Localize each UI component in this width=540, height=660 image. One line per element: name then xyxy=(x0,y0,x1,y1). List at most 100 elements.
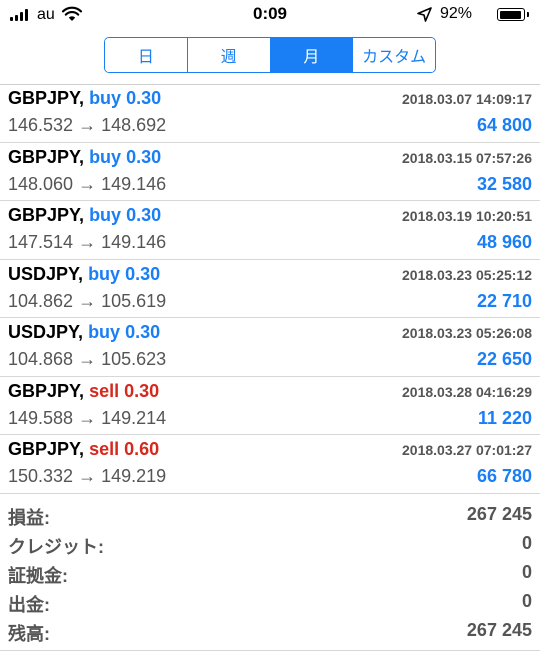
trade-row[interactable]: USDJPY, buy 0.30 2018.03.23 05:26:08 104… xyxy=(0,318,540,377)
open-price: 149.588 xyxy=(8,407,74,428)
trade-side: buy xyxy=(89,205,122,225)
trade-row[interactable]: GBPJPY, buy 0.30 2018.03.15 07:57:26 148… xyxy=(0,143,540,201)
trade-prices: 146.532 → 148.692 xyxy=(8,115,166,136)
open-price: 148.060 xyxy=(8,173,74,194)
trade-row[interactable]: GBPJPY, buy 0.30 2018.03.07 14:09:17 146… xyxy=(0,84,540,143)
summary-value: 267 245 xyxy=(466,620,532,640)
close-price: 149.219 xyxy=(101,466,167,486)
trade-datetime: 2018.03.23 05:25:12 xyxy=(402,266,532,283)
summary-margin-row: 証拠金: 0 xyxy=(0,559,540,588)
close-price: 148.692 xyxy=(101,115,167,135)
close-price: 105.623 xyxy=(101,349,167,369)
trade-prices: 147.514 → 149.146 xyxy=(8,232,166,253)
trade-volume: 0.30 xyxy=(124,380,160,401)
trade-datetime: 2018.03.15 07:57:26 xyxy=(402,149,532,166)
trade-prices: 104.862 → 105.619 xyxy=(8,291,166,312)
summary-value: 0 xyxy=(521,533,532,553)
trade-volume: 0.60 xyxy=(124,439,160,459)
trade-side: buy xyxy=(89,88,122,108)
trade-prices: 149.588 → 149.214 xyxy=(8,408,166,429)
arrow-icon: → xyxy=(78,115,97,135)
open-price: 104.862 xyxy=(8,290,74,311)
trade-side: sell xyxy=(89,380,120,401)
trade-datetime: 2018.03.23 05:26:08 xyxy=(402,325,532,341)
summary-value: 0 xyxy=(521,591,532,611)
trade-symbol: GBPJPY, xyxy=(8,146,85,167)
tab-week[interactable]: 週 xyxy=(187,38,271,72)
summary-label: クレジット: xyxy=(8,537,104,557)
trade-symbol-line: GBPJPY, buy 0.30 xyxy=(8,88,161,109)
account-summary: 損益: 267 245 クレジット: 0 証拠金: 0 出金: 0 残高: 26… xyxy=(0,501,540,646)
trade-side: buy xyxy=(89,146,122,167)
open-price: 146.532 xyxy=(8,115,74,135)
close-price: 149.146 xyxy=(101,173,167,194)
trade-symbol-line: USDJPY, buy 0.30 xyxy=(8,322,160,343)
arrow-icon: → xyxy=(78,232,97,252)
trade-profit: 32 580 xyxy=(476,173,532,194)
trade-symbol-line: GBPJPY, buy 0.30 xyxy=(8,205,161,226)
summary-label: 損益: xyxy=(8,508,50,528)
trade-profit: 48 960 xyxy=(476,232,532,252)
trade-row[interactable]: GBPJPY, sell 0.60 2018.03.27 07:01:27 15… xyxy=(0,435,540,494)
trade-volume: 0.30 xyxy=(126,205,162,225)
trade-symbol: GBPJPY, xyxy=(8,439,85,459)
trade-symbol: GBPJPY, xyxy=(8,205,85,225)
trade-profit: 64 800 xyxy=(476,115,532,135)
arrow-icon: → xyxy=(78,290,97,311)
trade-prices: 104.868 → 105.623 xyxy=(8,349,166,370)
summary-bottom-divider xyxy=(0,650,540,651)
period-segmented-control: 日 週 月 カスタム xyxy=(104,37,436,73)
summary-value: 267 245 xyxy=(466,504,532,524)
battery-percentage: 92% xyxy=(440,5,473,22)
status-bar: au 0:09 92% xyxy=(0,0,540,30)
arrow-icon: → xyxy=(78,466,97,486)
trade-side: buy xyxy=(88,322,121,342)
trade-symbol-line: USDJPY, buy 0.30 xyxy=(8,264,160,285)
trade-profit: 11 220 xyxy=(477,407,532,428)
trade-profit: 22 650 xyxy=(476,349,532,369)
summary-profit-row: 損益: 267 245 xyxy=(0,501,540,530)
trade-symbol-line: GBPJPY, buy 0.30 xyxy=(8,147,161,168)
trade-profit: 66 780 xyxy=(476,466,532,486)
open-price: 104.868 xyxy=(8,349,74,369)
trade-side: sell xyxy=(89,439,120,459)
trade-row[interactable]: GBPJPY, sell 0.30 2018.03.28 04:16:29 14… xyxy=(0,377,540,435)
trade-volume: 0.30 xyxy=(126,146,162,167)
trade-datetime: 2018.03.07 14:09:17 xyxy=(402,91,532,107)
tab-month[interactable]: 月 xyxy=(270,38,354,72)
open-price: 150.332 xyxy=(8,466,74,486)
trade-volume: 0.30 xyxy=(125,322,161,342)
location-arrow-icon xyxy=(417,7,432,27)
trade-prices: 150.332 → 149.219 xyxy=(8,466,166,487)
trade-row[interactable]: GBPJPY, buy 0.30 2018.03.19 10:20:51 147… xyxy=(0,201,540,260)
battery-icon xyxy=(497,8,529,21)
arrow-icon: → xyxy=(78,173,97,194)
trade-history-list: GBPJPY, buy 0.30 2018.03.07 14:09:17 146… xyxy=(0,84,540,494)
arrow-icon: → xyxy=(78,349,97,369)
summary-withdrawal-row: 出金: 0 xyxy=(0,588,540,617)
trade-volume: 0.30 xyxy=(126,88,162,108)
summary-label: 残高: xyxy=(8,624,50,644)
close-price: 105.619 xyxy=(101,290,167,311)
close-price: 149.146 xyxy=(101,232,167,252)
trade-datetime: 2018.03.28 04:16:29 xyxy=(402,383,532,400)
trade-row[interactable]: USDJPY, buy 0.30 2018.03.23 05:25:12 104… xyxy=(0,260,540,318)
trade-symbol-line: GBPJPY, sell 0.30 xyxy=(8,381,159,402)
trade-volume: 0.30 xyxy=(125,263,161,284)
trade-symbol: GBPJPY, xyxy=(8,380,85,401)
summary-label: 出金: xyxy=(8,595,50,615)
trade-symbol: GBPJPY, xyxy=(8,88,85,108)
trade-prices: 148.060 → 149.146 xyxy=(8,174,166,195)
tab-custom[interactable]: カスタム xyxy=(353,38,435,72)
trade-datetime: 2018.03.27 07:01:27 xyxy=(402,442,532,458)
trade-symbol-line: GBPJPY, sell 0.60 xyxy=(8,439,159,460)
summary-balance-row: 残高: 267 245 xyxy=(0,617,540,646)
trade-symbol: USDJPY, xyxy=(8,322,84,342)
tab-day[interactable]: 日 xyxy=(105,38,188,72)
summary-credit-row: クレジット: 0 xyxy=(0,530,540,559)
summary-value: 0 xyxy=(521,562,532,582)
summary-label: 証拠金: xyxy=(8,566,68,586)
arrow-icon: → xyxy=(78,407,97,428)
trade-side: buy xyxy=(88,263,121,284)
trade-symbol: USDJPY, xyxy=(8,263,84,284)
